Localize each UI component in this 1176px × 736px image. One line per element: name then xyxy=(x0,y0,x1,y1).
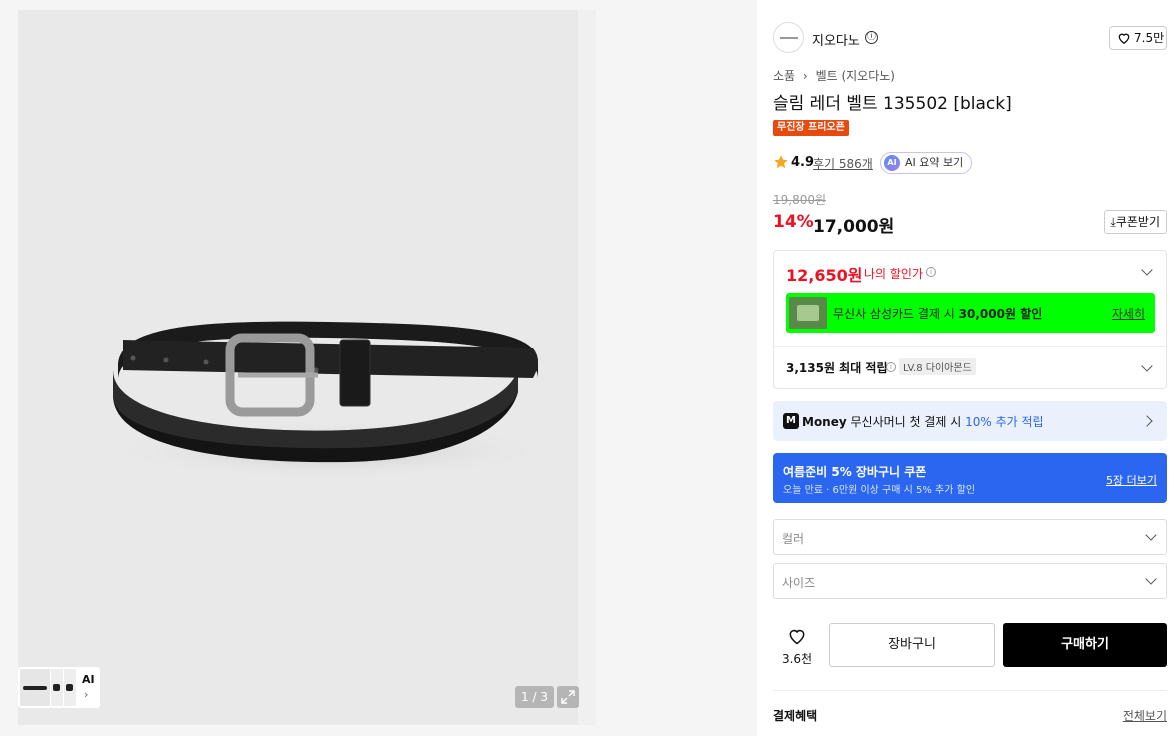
add-to-cart-button[interactable]: 장바구니 xyxy=(829,623,995,667)
info-icon[interactable]: ⓘ xyxy=(865,31,878,44)
ai-icon: AI xyxy=(884,155,900,171)
brand-like-button[interactable]: 7.5만 xyxy=(1109,26,1167,50)
belt-product-image xyxy=(108,321,548,480)
divider xyxy=(773,690,1167,691)
my-discount-price: 12,650원 xyxy=(786,266,863,285)
wishlist-count: 3.6천 xyxy=(781,652,813,666)
member-level-badge: LV.8 다이아몬드 xyxy=(899,358,976,375)
buy-now-button[interactable]: 구매하기 xyxy=(1003,623,1167,667)
cart-coupon-banner[interactable]: 여름준비 5% 장바구니 쿠폰 오늘 만료 · 6만원 이상 구매 시 5% 추… xyxy=(773,453,1167,503)
money-banner-text: Money 무신사머니 첫 결제 시 10% 추가 적립 xyxy=(802,415,1044,429)
price-row: 14% 17,000원 ⤓쿠폰받기 xyxy=(773,210,1167,237)
chevron-down-icon xyxy=(1145,529,1157,541)
chevron-right-icon xyxy=(1141,415,1153,427)
ai-summary-label: AI 요약 보기 xyxy=(905,156,964,169)
my-discount-box: 12,650원 나의 할인가 i 무신사 삼성카드 결제 시 30,000원 할… xyxy=(773,250,1167,389)
coupon-more-link[interactable]: 5장 더보기 xyxy=(1106,472,1157,488)
chevron-down-icon[interactable] xyxy=(1141,264,1153,276)
info-icon[interactable]: i xyxy=(926,267,936,277)
info-icon[interactable]: i xyxy=(886,362,896,372)
payment-benefits-title: 결제혜택 xyxy=(773,709,818,723)
thumbnail-3[interactable] xyxy=(64,669,76,706)
my-discount-label: 나의 할인가 xyxy=(864,267,924,281)
rating-score: 4.9 xyxy=(791,155,815,170)
chevron-right-icon[interactable]: › xyxy=(84,688,88,701)
breadcrumb: 소품 › 벨트 (지오다노) xyxy=(773,67,899,84)
heart-icon xyxy=(789,629,805,645)
rating-row: 4.9 후기 586개 AI AI 요약 보기 xyxy=(773,152,1167,174)
expand-icon[interactable] xyxy=(557,686,579,708)
card-promo-banner[interactable]: 무신사 삼성카드 결제 시 30,000원 할인 자세히 xyxy=(786,293,1155,333)
chevron-right-icon: › xyxy=(802,69,808,83)
thumbnail-2[interactable] xyxy=(51,669,63,706)
coupon-subtitle: 오늘 만료 · 6만원 이상 구매 시 5% 추가 할인 xyxy=(783,485,976,496)
thumbnail-strip[interactable]: AI › xyxy=(18,667,100,708)
sale-price: 17,000원 xyxy=(813,217,895,237)
card-image xyxy=(789,297,827,329)
star-icon xyxy=(774,155,788,169)
chevron-down-icon[interactable] xyxy=(1141,360,1153,372)
card-promo-text: 무신사 삼성카드 결제 시 30,000원 할인 xyxy=(833,307,1043,321)
original-price: 19,800원 xyxy=(773,193,827,207)
brand-row: 지오다노 ⓘ 7.5만 xyxy=(773,22,1167,54)
size-select[interactable]: 사이즈 xyxy=(773,563,1167,599)
max-points: 3,135원 최대 적립 xyxy=(786,361,888,375)
thumbnail-ai-label[interactable]: AI xyxy=(82,673,95,686)
product-title: 슬림 레더 벨트 135502 [black] xyxy=(773,94,1012,114)
ai-summary-button[interactable]: AI AI 요약 보기 xyxy=(880,152,973,174)
payment-benefits-view-all[interactable]: 전체보기 xyxy=(1123,707,1167,724)
brand-like-count: 7.5만 xyxy=(1134,31,1165,45)
color-select-label: 컬러 xyxy=(782,532,805,546)
divider xyxy=(774,346,1166,347)
product-image-gallery[interactable] xyxy=(18,10,578,725)
musinsa-money-banner[interactable]: M Money 무신사머니 첫 결제 시 10% 추가 적립 xyxy=(773,401,1167,441)
color-select[interactable]: 컬러 xyxy=(773,519,1167,555)
heart-icon xyxy=(1118,33,1130,45)
breadcrumb-category[interactable]: 소품 xyxy=(773,69,795,83)
gallery-edge xyxy=(578,10,596,725)
wishlist-button[interactable]: 3.6천 xyxy=(773,623,821,667)
brand-logo[interactable] xyxy=(773,22,804,53)
promo-badge: 무진장 프리오픈 xyxy=(773,120,849,136)
thumbnail-1[interactable] xyxy=(20,669,50,706)
image-pager: 1 / 3 xyxy=(515,686,554,708)
reviews-link[interactable]: 후기 586개 xyxy=(813,155,873,172)
coupon-title: 여름준비 5% 장바구니 쿠폰 xyxy=(783,465,927,479)
brand-name[interactable]: 지오다노 xyxy=(812,30,860,49)
breadcrumb-subcategory[interactable]: 벨트 (지오다노) xyxy=(816,69,895,83)
card-promo-detail-link[interactable]: 자세히 xyxy=(1112,305,1145,322)
money-logo-icon: M xyxy=(783,413,799,429)
size-select-label: 사이즈 xyxy=(782,576,816,590)
discount-rate: 14% xyxy=(773,212,814,232)
coupon-download-button[interactable]: ⤓쿠폰받기 xyxy=(1103,210,1167,234)
chevron-down-icon xyxy=(1145,573,1157,585)
